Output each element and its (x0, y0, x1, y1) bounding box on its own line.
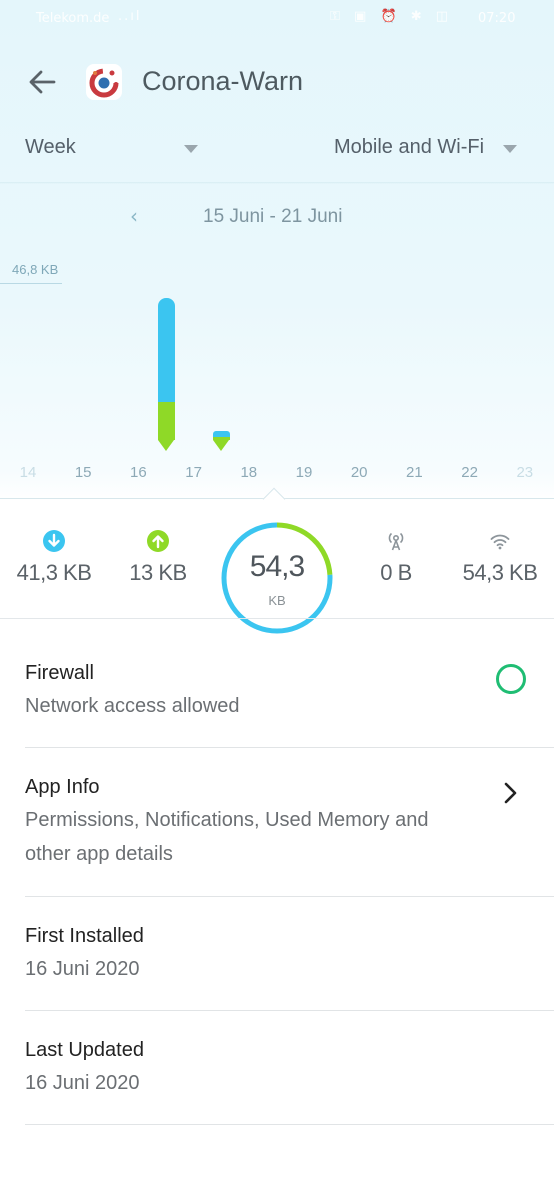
divider (25, 1010, 554, 1011)
last-updated-date: 16 Juni 2020 (25, 1072, 140, 1094)
download-stat: 41,3 KB (4, 530, 104, 586)
divider (25, 747, 554, 748)
x-tick-label: 21 (406, 464, 423, 481)
chart-max-label: 46,8 KB (12, 262, 59, 277)
cell-tower-icon (388, 532, 404, 551)
upload-segment (157, 402, 175, 440)
x-tick-label: 18 (240, 464, 258, 481)
date-range-label: 15 Juni - 21 Juni (203, 206, 343, 227)
usage-bar[interactable] (157, 298, 175, 451)
corona-warn-app-icon (86, 64, 122, 100)
chart-max-line (0, 283, 62, 284)
mobile-stat: 0 B (346, 530, 446, 586)
firewall-title: Firewall (25, 662, 94, 684)
chevron-down-icon[interactable] (503, 145, 517, 153)
upload-icon (147, 530, 169, 552)
first-installed-date: 16 Juni 2020 (25, 958, 140, 980)
status-icons: ⚿ ▣ ⏰ ✱ ◫ (330, 9, 454, 24)
upload-stat: 13 KB (108, 530, 208, 586)
x-tick-label: 14 (19, 464, 37, 481)
usage-bar[interactable] (212, 430, 230, 451)
filter-bar: Week Mobile and Wi-Fi (0, 128, 554, 172)
chevron-down-icon[interactable] (184, 145, 198, 153)
first-installed-row: First Installed 16 Juni 2020 (25, 925, 554, 986)
page-title: Corona-Warn (142, 66, 304, 96)
wifi-value: 54,3 KB (462, 560, 538, 585)
firewall-row[interactable]: Firewall Network access allowed (25, 662, 554, 723)
back-button[interactable] (24, 64, 60, 100)
upload-value: 13 KB (129, 560, 187, 585)
download-segment (157, 298, 175, 403)
signal-icon: ..ıl (118, 9, 142, 24)
arrow-left-icon (29, 70, 56, 94)
last-updated-title: Last Updated (25, 1039, 144, 1061)
x-tick-label: 20 (350, 464, 368, 481)
x-tick-label: 15 (74, 464, 92, 481)
chevron-right-icon[interactable] (501, 781, 521, 805)
divider (0, 182, 554, 184)
x-tick-label: 16 (130, 464, 147, 481)
network-dropdown[interactable]: Mobile and Wi-Fi (334, 136, 484, 159)
x-tick-label: 17 (185, 464, 202, 481)
firewall-toggle[interactable] (496, 664, 526, 694)
first-installed-title: First Installed (25, 925, 144, 947)
firewall-subtitle: Network access allowed (25, 695, 240, 717)
divider (0, 618, 554, 619)
date-navigator: ‹ 15 Juni - 21 Juni (0, 204, 554, 234)
bar-tip (157, 439, 174, 451)
total-value: 54,3 (249, 550, 305, 583)
clock: 07:20 (478, 11, 516, 26)
wifi-stat: 54,3 KB (450, 530, 550, 586)
wifi-icon (490, 534, 510, 550)
app-bar: Corona-Warn (0, 50, 554, 114)
x-tick-label: 23 (516, 464, 534, 481)
x-tick-label: 22 (461, 464, 478, 481)
last-updated-row: Last Updated 16 Juni 2020 (25, 1039, 554, 1100)
usage-summary: 41,3 KB 13 KB 54,3 KB 0 B 54,3 KB (0, 500, 554, 634)
download-icon (43, 530, 65, 552)
period-dropdown[interactable]: Week (25, 136, 76, 159)
total-unit: KB (268, 593, 286, 608)
mobile-value: 0 B (380, 560, 412, 585)
usage-chart: 46,8 KB 14 15 16 17 18 19 20 21 22 23 (0, 250, 554, 511)
x-tick-label: 19 (295, 464, 313, 481)
app-info-subtitle: Permissions, Notifications, Used Memory … (25, 809, 429, 865)
bar-tip (212, 439, 229, 451)
app-info-title: App Info (25, 776, 100, 798)
download-value: 41,3 KB (16, 560, 92, 585)
status-bar: Telekom.de ..ıl ⚿ ▣ ⏰ ✱ ◫ 07:20 (0, 0, 554, 38)
divider (25, 1124, 554, 1125)
carrier-name: Telekom.de (36, 11, 110, 26)
app-info-row[interactable]: App Info Permissions, Notifications, Use… (25, 776, 475, 871)
divider (25, 896, 554, 897)
previous-week-button[interactable]: ‹ (130, 204, 138, 228)
